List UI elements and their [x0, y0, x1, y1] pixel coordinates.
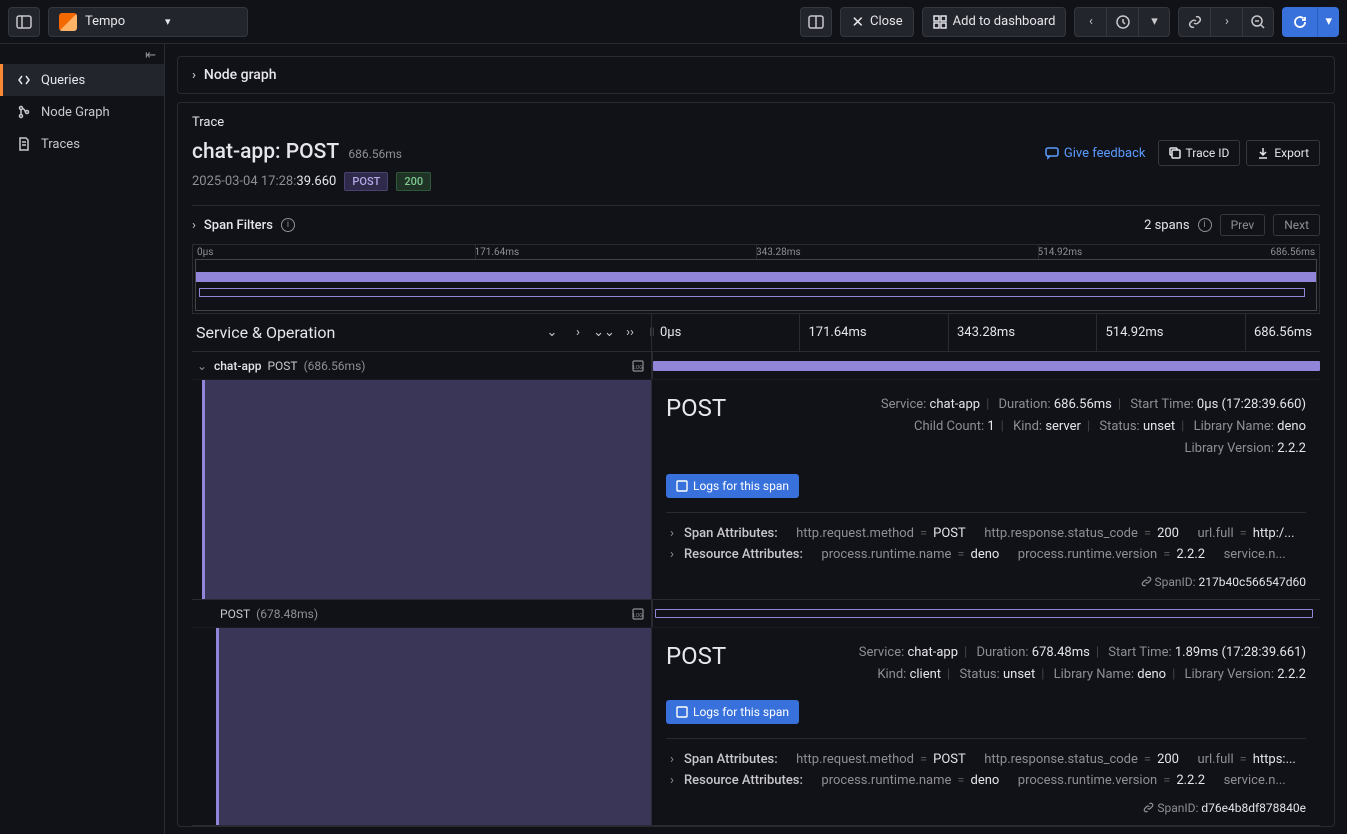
- trace-duration: 686.56ms: [348, 147, 402, 161]
- link-icon: [1188, 15, 1202, 29]
- chevron-down-icon[interactable]: ⌄: [196, 359, 208, 373]
- expand-all-button[interactable]: ››: [619, 322, 641, 344]
- next-button[interactable]: Next: [1273, 214, 1320, 236]
- tempo-logo-icon: [59, 13, 77, 31]
- give-feedback-link[interactable]: Give feedback: [1039, 146, 1152, 161]
- sidebar-item-queries[interactable]: Queries: [0, 64, 164, 96]
- dock-toggle-button[interactable]: [8, 7, 40, 37]
- span-row[interactable]: ⌄ chat-app POST (686.56ms) LOG: [192, 352, 1320, 380]
- copy-icon: [1169, 147, 1181, 159]
- trace-name: chat-app: POST: [192, 140, 339, 164]
- time-prev-button[interactable]: ‹: [1074, 7, 1106, 37]
- chevron-down-icon: ▾: [165, 15, 237, 28]
- time-picker-button[interactable]: [1106, 7, 1138, 37]
- branch-icon: [17, 105, 31, 119]
- datasource-picker[interactable]: Tempo ▾: [48, 7, 248, 37]
- split-button[interactable]: [800, 7, 832, 37]
- collapse-all-button[interactable]: ⌄⌄: [593, 322, 615, 344]
- run-options-button[interactable]: ▾: [1318, 7, 1339, 37]
- column-resize-handle[interactable]: ||: [647, 314, 657, 351]
- time-col-1: 171.64ms: [800, 314, 948, 351]
- chevron-right-icon[interactable]: ›: [192, 218, 196, 233]
- add-dashboard-label: Add to dashboard: [953, 14, 1056, 29]
- link-icon: [1143, 802, 1154, 813]
- trace-id-button[interactable]: Trace ID: [1158, 140, 1241, 166]
- grid-icon: [933, 15, 947, 29]
- resource-attributes-row[interactable]: › Resource Attributes: process.runtime.n…: [666, 770, 1306, 791]
- node-graph-title: Node graph: [204, 67, 277, 83]
- traces-label: Traces: [41, 137, 80, 152]
- zoom-out-icon: [1251, 15, 1265, 29]
- export-button[interactable]: Export: [1246, 140, 1320, 166]
- logs-icon: [676, 480, 688, 492]
- span-attributes-row[interactable]: › Span Attributes: http.request.method =…: [666, 523, 1306, 544]
- resource-attributes-row[interactable]: › Resource Attributes: process.runtime.n…: [666, 544, 1306, 565]
- time-col-0: 0µs: [652, 314, 800, 351]
- share-button[interactable]: [1178, 7, 1210, 37]
- span-id[interactable]: SpanID: 217b40c566547d60: [666, 575, 1306, 589]
- time-col-3: 514.92ms: [1097, 314, 1245, 351]
- span-meta: Service: chat-app| Duration: 686.56ms| S…: [881, 394, 1306, 460]
- service-operation-title: Service & Operation: [196, 323, 335, 342]
- node-graph-toggle[interactable]: › Node graph: [178, 57, 1334, 93]
- add-to-dashboard-button[interactable]: Add to dashboard: [922, 7, 1067, 37]
- file-icon: [17, 137, 31, 151]
- span-count: 2 spans: [1144, 218, 1190, 233]
- link-icon: [1141, 576, 1152, 587]
- time-col-2: 343.28ms: [949, 314, 1097, 351]
- svg-text:LOG: LOG: [633, 613, 643, 619]
- refresh-icon: [1293, 15, 1307, 29]
- time-next-button[interactable]: ›: [1210, 7, 1242, 37]
- time-col-4: 686.56ms: [1246, 314, 1320, 351]
- sidebar-item-nodegraph[interactable]: Node Graph: [0, 96, 164, 128]
- span-attributes-row[interactable]: › Span Attributes: http.request.method =…: [666, 749, 1306, 770]
- chevron-right-icon: ›: [192, 68, 196, 83]
- span-id[interactable]: SpanID: d76e4b8df878840e: [666, 801, 1306, 815]
- nodegraph-label: Node Graph: [41, 105, 110, 120]
- logs-icon: [676, 706, 688, 718]
- span-meta: Service: chat-app| Duration: 678.48ms| S…: [859, 642, 1306, 686]
- logs-icon[interactable]: LOG: [631, 607, 645, 621]
- method-badge: POST: [344, 172, 388, 191]
- prev-button[interactable]: Prev: [1220, 214, 1266, 236]
- code-icon: [17, 73, 31, 87]
- svg-text:LOG: LOG: [633, 365, 643, 371]
- logs-icon[interactable]: LOG: [631, 359, 645, 373]
- queries-label: Queries: [41, 73, 85, 88]
- status-badge: 200: [396, 172, 431, 191]
- logs-for-span-button[interactable]: Logs for this span: [666, 700, 799, 724]
- close-button[interactable]: ✕ Close: [840, 7, 913, 37]
- info-icon[interactable]: i: [1198, 218, 1212, 232]
- span-operation: POST: [666, 642, 726, 670]
- trace-timestamp: 2025-03-04 17:28:39.660: [192, 174, 336, 189]
- close-label: Close: [870, 14, 903, 29]
- chat-icon: [1045, 146, 1059, 160]
- zoom-out-button[interactable]: [1242, 7, 1274, 37]
- info-icon[interactable]: i: [281, 218, 295, 232]
- sidebar-item-traces[interactable]: Traces: [0, 128, 164, 160]
- trace-minimap[interactable]: 0µs 171.64ms 343.28ms 514.92ms 686.56ms: [192, 244, 1320, 314]
- span-filters-label: Span Filters: [204, 218, 273, 233]
- clock-icon: [1116, 15, 1130, 29]
- time-dropdown-button[interactable]: ▾: [1138, 7, 1170, 37]
- trace-section-label: Trace: [192, 115, 1320, 130]
- span-row[interactable]: POST (678.48ms) LOG: [192, 600, 1320, 628]
- close-icon: ✕: [851, 13, 864, 31]
- expand-one-button[interactable]: ›: [567, 322, 589, 344]
- logs-for-span-button[interactable]: Logs for this span: [666, 474, 799, 498]
- span-operation: POST: [666, 394, 726, 422]
- datasource-name: Tempo: [85, 14, 157, 29]
- download-icon: [1257, 147, 1269, 159]
- run-query-button[interactable]: [1282, 7, 1318, 37]
- collapse-sidebar-icon[interactable]: ⇤: [145, 48, 156, 63]
- collapse-one-button[interactable]: ⌄: [541, 322, 563, 344]
